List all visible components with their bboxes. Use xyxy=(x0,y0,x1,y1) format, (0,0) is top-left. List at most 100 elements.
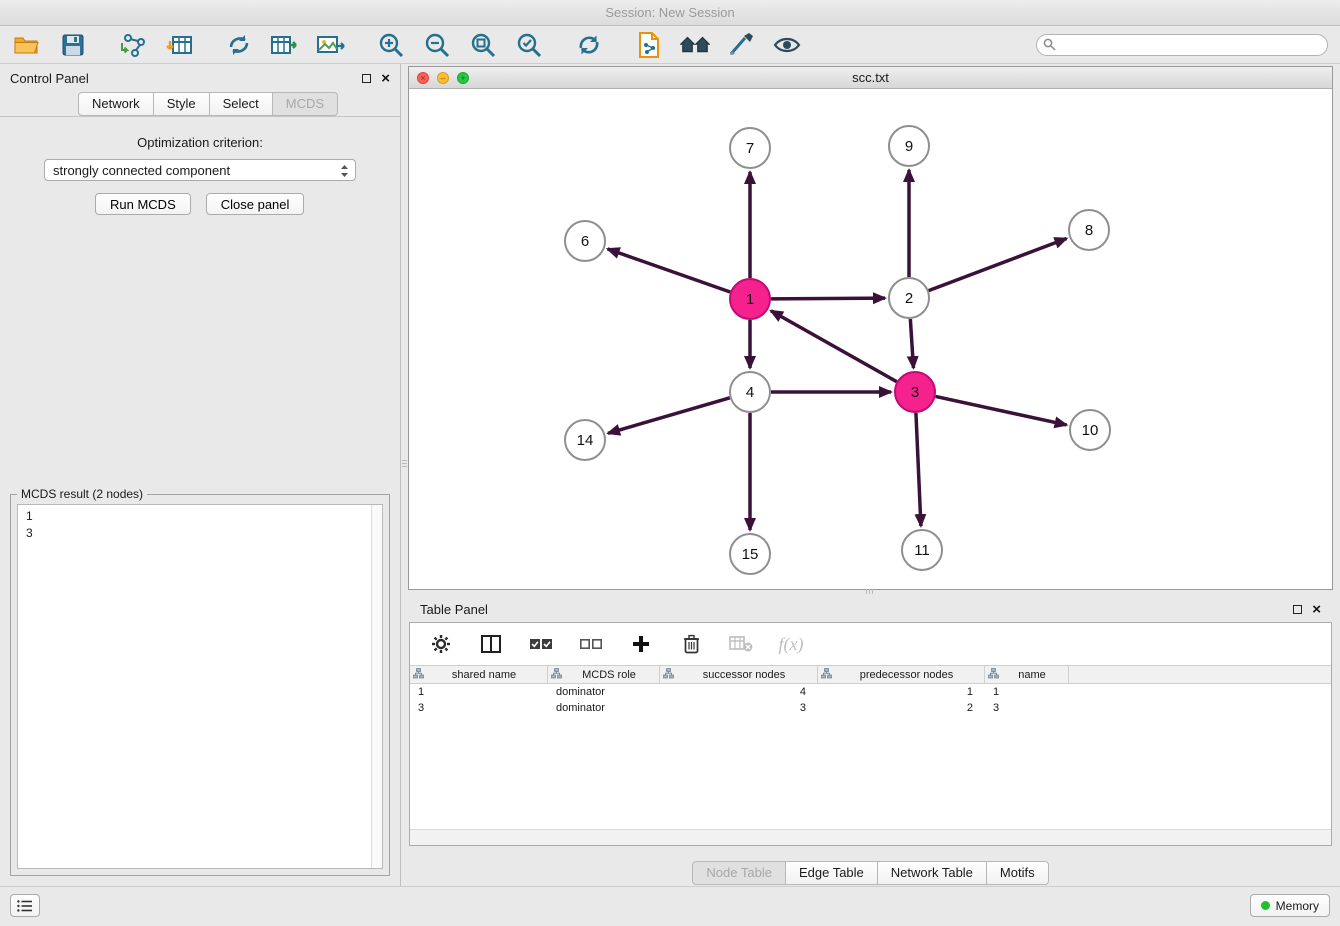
export-network-icon[interactable] xyxy=(270,31,300,59)
tab-node-table[interactable]: Node Table xyxy=(692,861,786,885)
node-11[interactable]: 11 xyxy=(902,530,942,570)
node-3[interactable]: 3 xyxy=(895,372,935,412)
tab-motifs[interactable]: Motifs xyxy=(986,861,1049,885)
svg-text:10: 10 xyxy=(1082,422,1099,439)
column-type-icon xyxy=(413,668,424,682)
open-session-icon[interactable] xyxy=(12,31,42,59)
node-8[interactable]: 8 xyxy=(1069,210,1109,250)
network-tools-icon[interactable] xyxy=(224,31,254,59)
svg-text:7: 7 xyxy=(746,140,754,157)
table-cell[interactable]: 1 xyxy=(985,684,1069,700)
column-header-shared-name[interactable]: shared name xyxy=(410,666,548,683)
float-panel-icon[interactable] xyxy=(362,74,371,83)
tab-style[interactable]: Style xyxy=(153,92,210,116)
node-14[interactable]: 14 xyxy=(565,420,605,460)
close-table-panel-icon[interactable]: × xyxy=(1312,602,1321,617)
tab-network-table[interactable]: Network Table xyxy=(877,861,987,885)
settings-gear-icon[interactable] xyxy=(428,630,454,658)
deselect-all-icon[interactable] xyxy=(578,630,604,658)
node-10[interactable]: 10 xyxy=(1070,410,1110,450)
run-mcds-button[interactable]: Run MCDS xyxy=(95,193,191,215)
table-horizontal-scrollbar[interactable] xyxy=(410,829,1331,845)
node-9[interactable]: 9 xyxy=(889,126,929,166)
import-table-icon[interactable] xyxy=(164,31,194,59)
zoom-out-icon[interactable] xyxy=(422,31,452,59)
search-input[interactable] xyxy=(1036,34,1328,56)
table-cell[interactable]: dominator xyxy=(548,684,660,700)
edge-3-1[interactable] xyxy=(771,311,897,382)
control-panel: Control Panel × NetworkStyleSelectMCDS O… xyxy=(0,64,401,886)
node-table-header: shared nameMCDS rolesuccessor nodesprede… xyxy=(410,665,1331,684)
delete-column-icon[interactable] xyxy=(678,630,704,658)
column-layout-icon[interactable] xyxy=(478,630,504,658)
node-15[interactable]: 15 xyxy=(730,534,770,574)
select-all-checked-icon[interactable] xyxy=(528,630,554,658)
zoom-selected-icon[interactable] xyxy=(514,31,544,59)
table-panel-title: Table Panel xyxy=(420,602,488,617)
table-cell[interactable]: 1 xyxy=(410,684,548,700)
edge-2-3[interactable] xyxy=(910,319,913,368)
optimization-criterion-label: Optimization criterion: xyxy=(0,135,400,150)
result-scrollbar[interactable] xyxy=(371,505,382,868)
network-canvas[interactable]: 7 9 6 8 1 2 4 3 14 10 15 11 xyxy=(409,89,1332,589)
close-panel-button[interactable]: Close panel xyxy=(206,193,305,215)
control-panel-tabs: NetworkStyleSelectMCDS xyxy=(0,92,400,117)
table-cell[interactable]: 1 xyxy=(818,684,985,700)
close-panel-icon[interactable]: × xyxy=(381,71,390,86)
minimize-window-icon[interactable]: – xyxy=(437,72,449,84)
close-window-icon[interactable]: × xyxy=(417,72,429,84)
table-cell[interactable]: 3 xyxy=(985,700,1069,716)
tab-edge-table[interactable]: Edge Table xyxy=(785,861,878,885)
edge-1-6[interactable] xyxy=(608,249,731,292)
svg-text:4: 4 xyxy=(746,384,754,401)
save-session-icon[interactable] xyxy=(58,31,88,59)
style-brush-icon[interactable] xyxy=(726,31,756,59)
splitter-handle-horizontal[interactable] xyxy=(858,588,880,595)
import-network-icon[interactable] xyxy=(118,31,148,59)
splitter-handle-vertical[interactable] xyxy=(401,452,408,474)
node-4[interactable]: 4 xyxy=(730,372,770,412)
memory-button[interactable]: Memory xyxy=(1250,894,1330,917)
edge-3-10[interactable] xyxy=(936,396,1067,424)
node-7[interactable]: 7 xyxy=(730,128,770,168)
node-1[interactable]: 1 xyxy=(730,279,770,319)
column-header-name[interactable]: name xyxy=(985,666,1069,683)
mcds-result-area[interactable]: 13 xyxy=(17,504,383,869)
tab-network[interactable]: Network xyxy=(78,92,154,116)
zoom-in-icon[interactable] xyxy=(376,31,406,59)
zoom-window-icon[interactable]: + xyxy=(457,72,469,84)
table-cell[interactable]: 3 xyxy=(410,700,548,716)
column-header-successor-nodes[interactable]: successor nodes xyxy=(660,666,818,683)
node-6[interactable]: 6 xyxy=(565,221,605,261)
export-image-icon[interactable] xyxy=(316,31,346,59)
window-title: Session: New Session xyxy=(605,5,734,20)
tab-mcds[interactable]: MCDS xyxy=(272,92,338,116)
zoom-fit-icon[interactable] xyxy=(468,31,498,59)
float-table-panel-icon[interactable] xyxy=(1293,605,1302,614)
column-header-mcds-role[interactable]: MCDS role xyxy=(548,666,660,683)
table-row[interactable]: 1dominator411 xyxy=(410,684,1331,700)
add-column-icon[interactable] xyxy=(628,630,654,658)
refresh-icon[interactable] xyxy=(574,31,604,59)
column-header-predecessor-nodes[interactable]: predecessor nodes xyxy=(818,666,985,683)
node-2[interactable]: 2 xyxy=(889,278,929,318)
svg-text:9: 9 xyxy=(905,138,913,155)
column-type-icon xyxy=(551,668,562,682)
table-row[interactable]: 3dominator323 xyxy=(410,700,1331,716)
show-hide-icon[interactable] xyxy=(772,31,802,59)
open-in-browser-icon[interactable] xyxy=(634,31,664,59)
table-cell[interactable]: dominator xyxy=(548,700,660,716)
edge-2-8[interactable] xyxy=(929,238,1067,290)
edge-1-2[interactable] xyxy=(771,298,885,299)
neighbors-icon[interactable] xyxy=(680,31,710,59)
edge-4-14[interactable] xyxy=(608,398,730,433)
tab-select[interactable]: Select xyxy=(209,92,273,116)
table-panel: Table Panel × xyxy=(408,596,1333,886)
column-type-icon xyxy=(988,668,999,682)
task-history-button[interactable] xyxy=(10,894,40,917)
table-cell[interactable]: 3 xyxy=(660,700,818,716)
table-cell[interactable]: 2 xyxy=(818,700,985,716)
table-cell[interactable]: 4 xyxy=(660,684,818,700)
optimization-criterion-select[interactable]: strongly connected component xyxy=(44,159,356,181)
edge-3-11[interactable] xyxy=(916,413,921,526)
